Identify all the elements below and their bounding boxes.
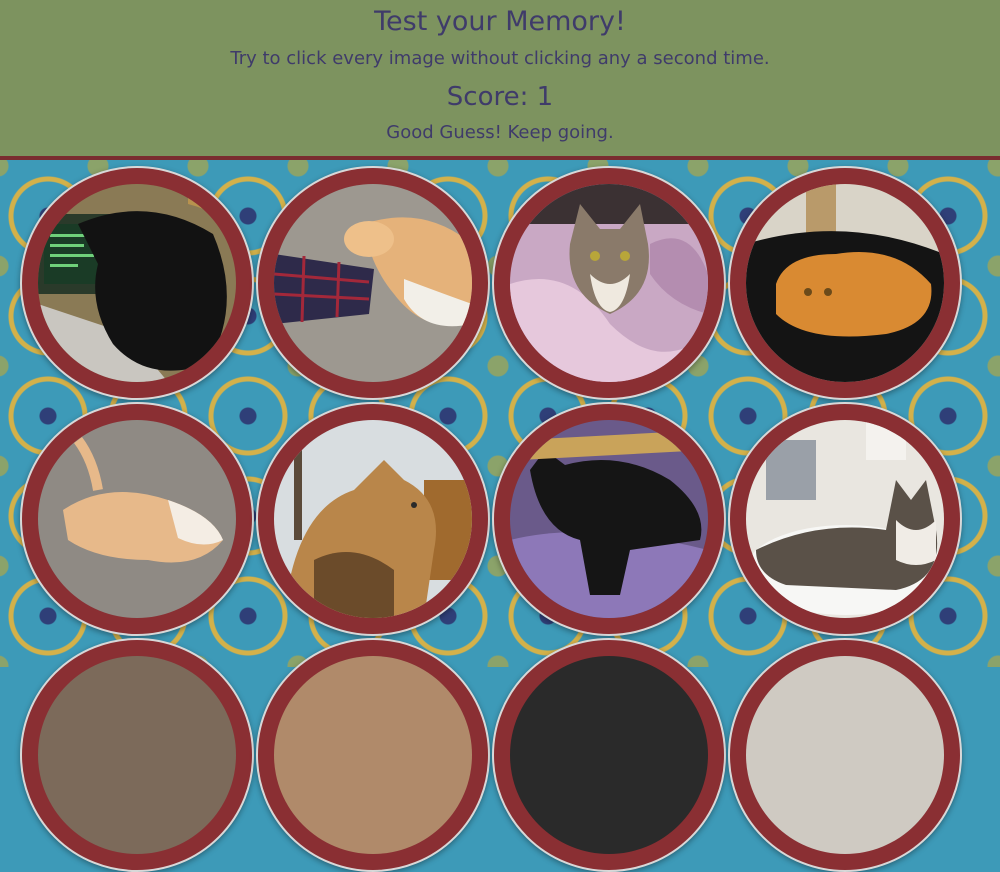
- cat-image: [38, 184, 236, 382]
- cat-card-9[interactable]: [20, 638, 254, 872]
- cat-image: [274, 420, 472, 618]
- cat-photo: [38, 184, 236, 382]
- cat-image: [38, 420, 236, 618]
- cat-card-12[interactable]: [728, 638, 962, 872]
- cat-photo: [38, 656, 236, 854]
- cat-photo: [510, 656, 708, 854]
- cat-card-11[interactable]: [492, 638, 726, 872]
- cat-card-5[interactable]: [20, 402, 254, 636]
- game-header: Test your Memory! Try to click every ima…: [0, 0, 1000, 160]
- cat-image: [746, 184, 944, 382]
- cat-card-7[interactable]: [492, 402, 726, 636]
- cat-image: [510, 184, 708, 382]
- page-title: Test your Memory!: [374, 6, 626, 37]
- cat-card-8[interactable]: [728, 402, 962, 636]
- cat-card-6[interactable]: [256, 402, 490, 636]
- cat-card-3[interactable]: [492, 166, 726, 400]
- cat-image: [38, 656, 236, 854]
- cat-card-4[interactable]: [728, 166, 962, 400]
- cat-image: [274, 656, 472, 854]
- cat-photo: [746, 184, 944, 382]
- cat-image: [274, 184, 472, 382]
- cat-photo: [274, 420, 472, 618]
- status-message: Good Guess! Keep going.: [386, 122, 614, 143]
- cat-photo: [746, 420, 944, 618]
- cat-image: [510, 420, 708, 618]
- cat-photo: [510, 420, 708, 618]
- cat-card-2[interactable]: [256, 166, 490, 400]
- cat-photo: [274, 656, 472, 854]
- cat-photo: [746, 656, 944, 854]
- cat-image: [746, 420, 944, 618]
- cat-card-1[interactable]: [20, 166, 254, 400]
- score-display: Score: 1: [446, 82, 554, 112]
- instructions-text: Try to click every image without clickin…: [230, 48, 770, 69]
- cat-photo: [510, 184, 708, 382]
- cat-image: [510, 656, 708, 854]
- cat-photo: [274, 184, 472, 382]
- cat-image: [746, 656, 944, 854]
- cat-photo: [38, 420, 236, 618]
- cat-card-10[interactable]: [256, 638, 490, 872]
